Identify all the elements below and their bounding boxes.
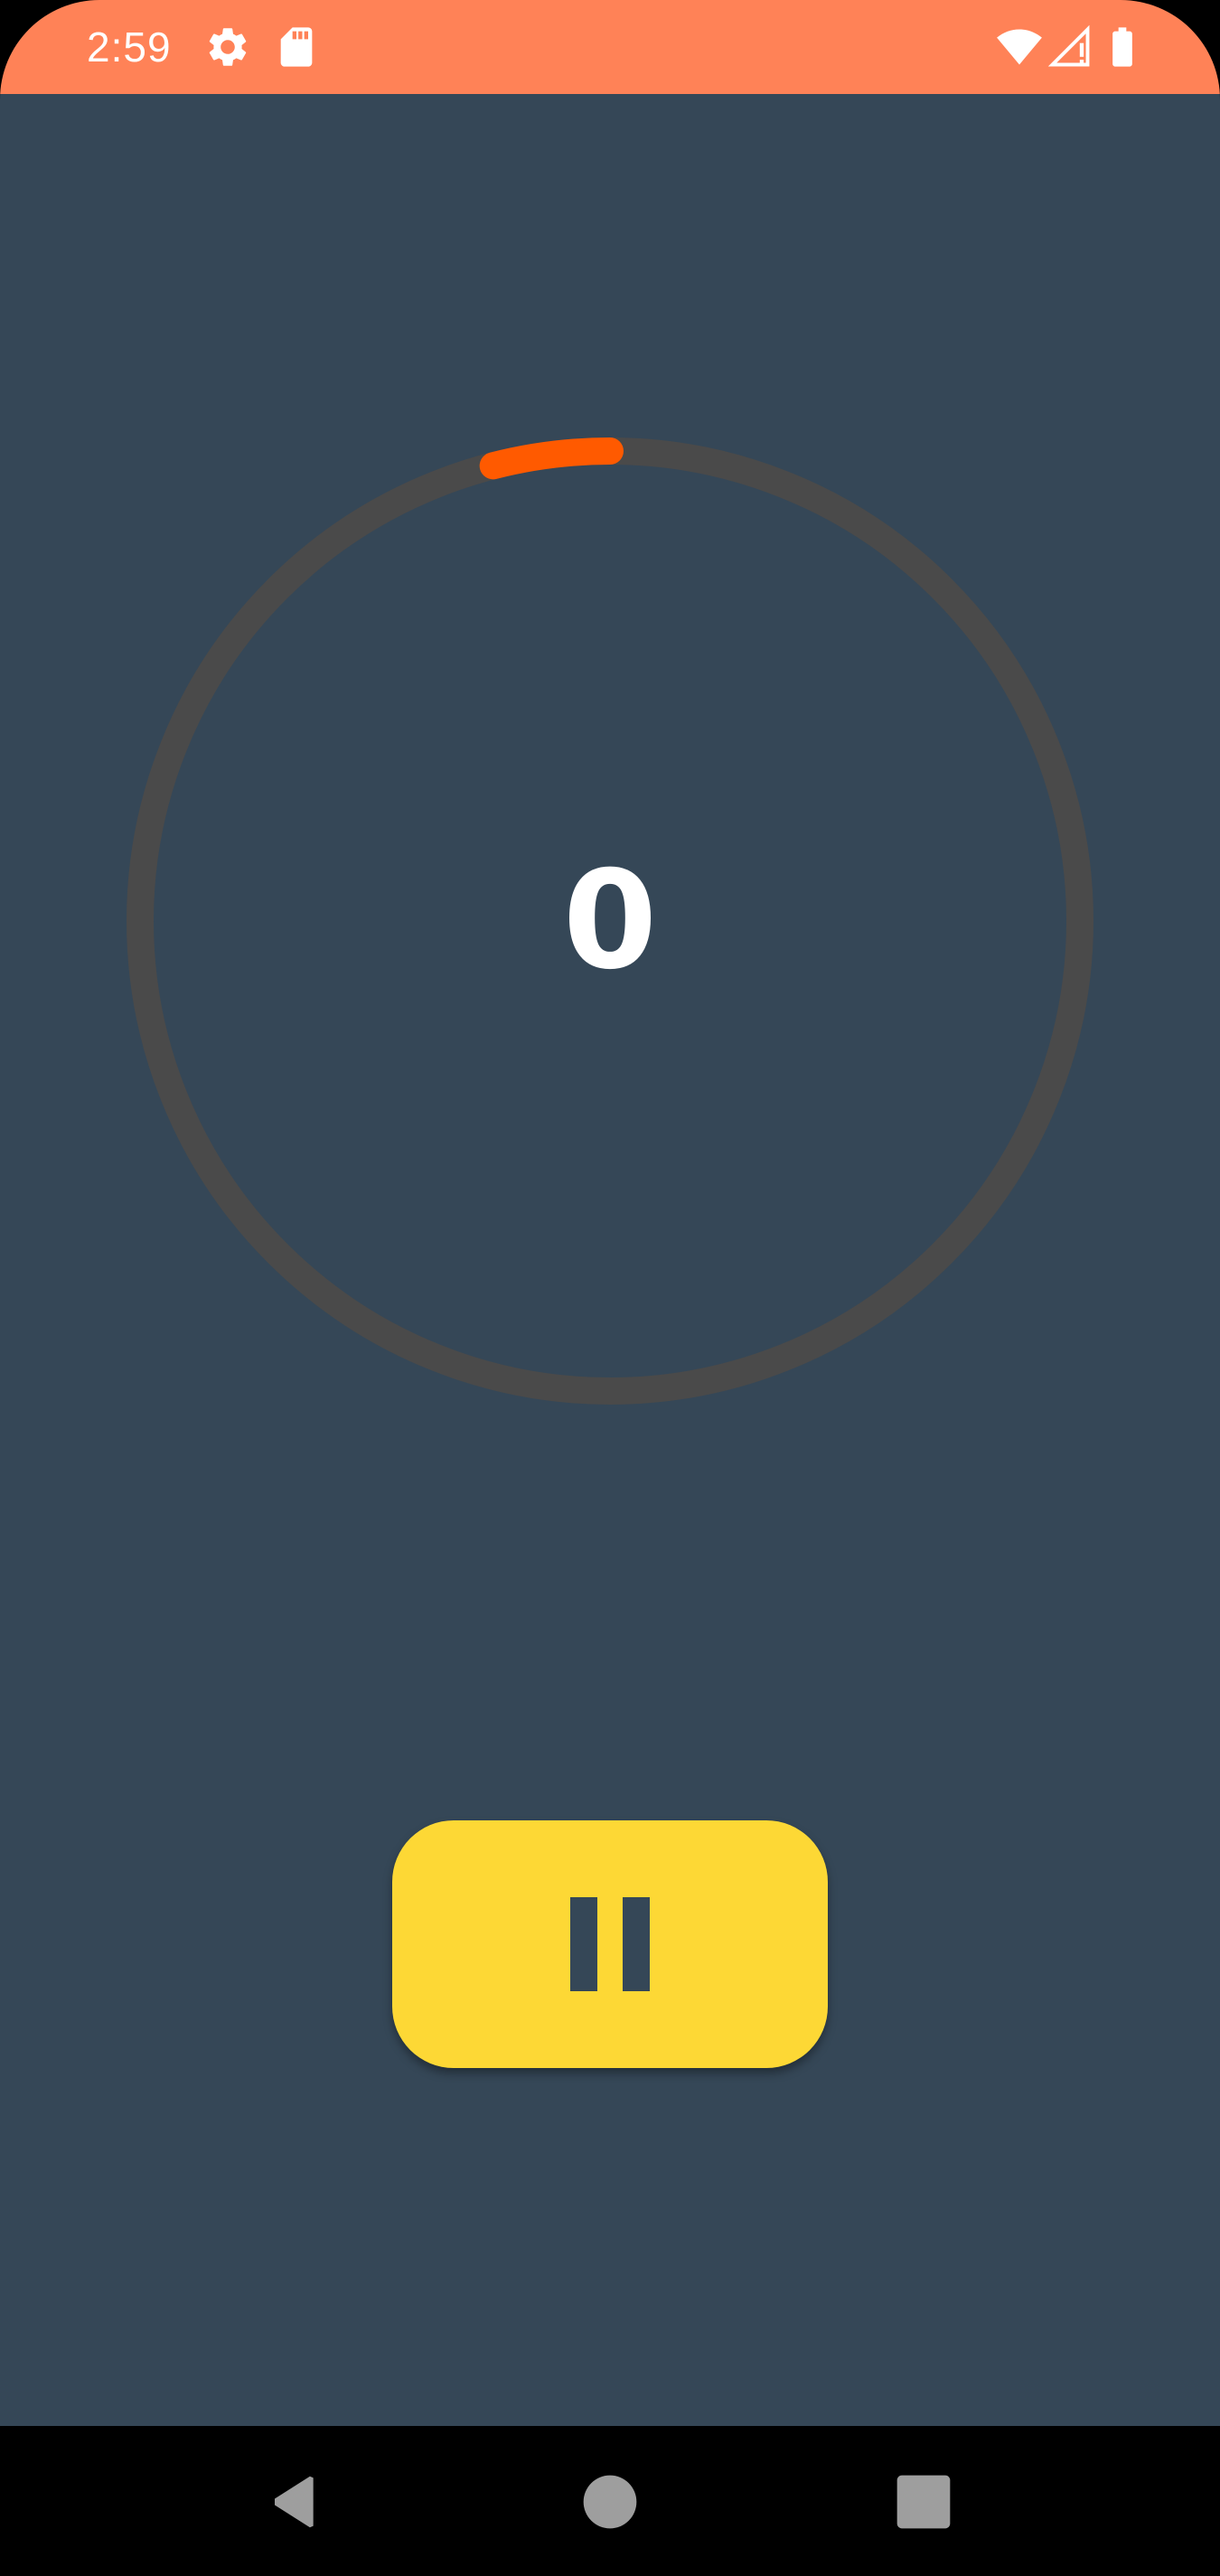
pause-icon <box>570 1897 650 1991</box>
timer-count: 0 <box>562 842 658 1000</box>
sd-card-icon <box>273 24 320 71</box>
app-content: 0 <box>0 94 1220 2426</box>
navigation-bar <box>0 2426 1220 2576</box>
back-icon[interactable] <box>267 2473 325 2531</box>
countdown-timer: 0 <box>127 428 1093 1414</box>
status-bar: 2:59 <box>0 0 1220 94</box>
status-time: 2:59 <box>87 24 172 71</box>
wifi-icon <box>996 24 1043 71</box>
gear-icon <box>204 24 251 71</box>
home-icon[interactable] <box>581 2473 639 2531</box>
pause-button[interactable] <box>392 1820 828 2068</box>
cellular-no-signal-icon <box>1046 24 1093 71</box>
battery-icon <box>1099 24 1146 71</box>
device-frame: 2:59 0 <box>0 0 1220 2576</box>
recents-icon[interactable] <box>895 2473 953 2531</box>
